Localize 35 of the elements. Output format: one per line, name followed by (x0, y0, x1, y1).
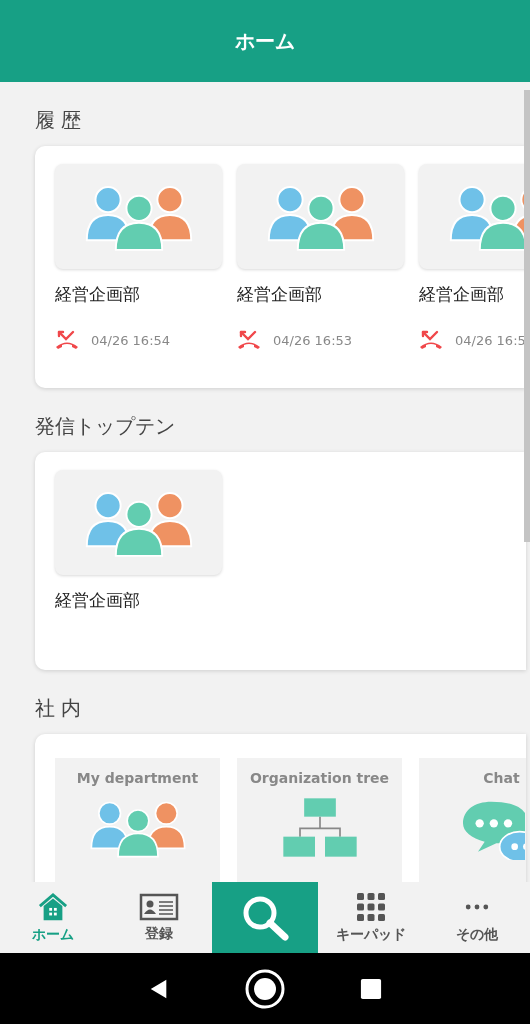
chat-icon (461, 800, 525, 860)
screen-title: ホーム (235, 27, 295, 55)
id-card-icon (139, 892, 179, 921)
missed-call-icon (419, 330, 443, 350)
missed-call-icon (237, 330, 261, 350)
menu-label: My department (76, 770, 199, 786)
contact-tile[interactable] (237, 164, 404, 269)
contact-name: 経営企画部 (419, 283, 505, 306)
nav-tab[interactable]: ホーム (0, 882, 106, 953)
missed-call-icon (55, 330, 79, 350)
contact-name: 経営企画部 (55, 283, 141, 306)
keypad-icon (355, 891, 387, 922)
menu-tile[interactable]: Organization tree (237, 758, 402, 882)
menu-label: Organization tree (249, 770, 390, 786)
recents-icon[interactable] (360, 977, 383, 1000)
nav-tab[interactable]: その他 (424, 882, 530, 953)
section-title: 履 歴 (35, 107, 83, 134)
call-time: 04/26 16:54 (91, 332, 171, 348)
contact-name: 経営企画部 (55, 589, 141, 612)
menu-tile[interactable]: My department (55, 758, 220, 882)
menu-tile[interactable]: Chat (419, 758, 526, 882)
section-title: 社 内 (35, 695, 83, 722)
home-icon[interactable] (245, 968, 285, 1009)
contact-name: 経営企画部 (237, 283, 323, 306)
search-button[interactable] (212, 882, 318, 953)
contact-tile[interactable] (55, 164, 222, 269)
nav-tab[interactable]: 登録 (106, 882, 212, 953)
nav-tab[interactable]: キーパッド (318, 882, 424, 953)
call-time: 04/26 16:5 (455, 332, 526, 348)
section-title: 発信トップテン (35, 413, 176, 440)
call-time: 04/26 16:53 (273, 332, 353, 348)
menu-label: Chat (483, 770, 520, 786)
house-icon (37, 891, 69, 922)
more-icon (465, 902, 489, 911)
contact-tile[interactable] (55, 470, 222, 575)
